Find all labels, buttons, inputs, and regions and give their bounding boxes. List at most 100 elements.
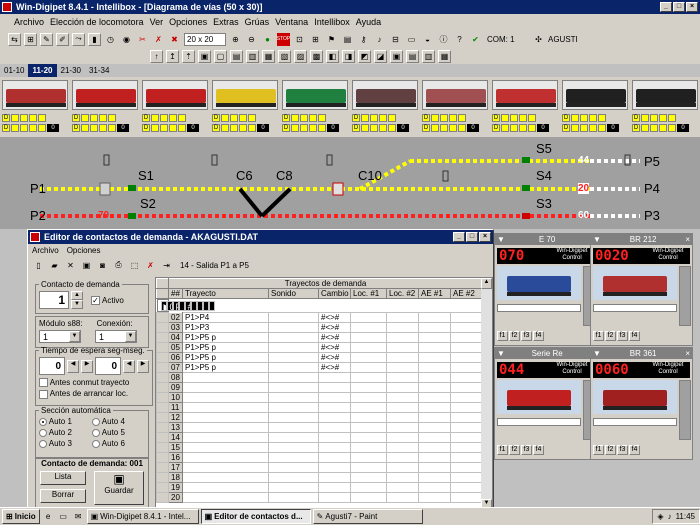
turnout-icon[interactable]: ⊡	[293, 33, 306, 46]
table-cell[interactable]	[386, 362, 419, 373]
menu-ayuda[interactable]: Ayuda	[356, 17, 381, 27]
menu-intellibox[interactable]: Intellibox	[314, 17, 350, 27]
column-header[interactable]: Loc. #2	[386, 288, 419, 299]
loco-function-button[interactable]	[300, 113, 308, 122]
loco-function-button[interactable]	[458, 113, 466, 122]
table-cell[interactable]	[182, 392, 269, 403]
table-cell[interactable]	[268, 482, 319, 493]
zoom-select[interactable]: 20 x 20	[184, 32, 226, 46]
loco-function-button[interactable]	[528, 113, 536, 122]
loco-function-button[interactable]	[668, 113, 676, 122]
loco-function-button[interactable]: D	[282, 123, 290, 132]
table-cell[interactable]	[268, 422, 319, 433]
close-button[interactable]: ×	[686, 2, 698, 12]
table-cell[interactable]: 04	[168, 332, 183, 343]
table-cell[interactable]	[449, 362, 484, 373]
table-cell[interactable]	[182, 492, 269, 503]
function-f2-button[interactable]: f2	[509, 445, 520, 455]
table-cell[interactable]	[350, 352, 387, 363]
grid-icon[interactable]: ⊞	[309, 33, 322, 46]
table-cell[interactable]	[418, 362, 451, 373]
column-header[interactable]: AE #1	[418, 288, 451, 299]
column-header[interactable]: Cambio	[318, 288, 351, 299]
table-cell[interactable]	[386, 492, 419, 503]
loco-function-button[interactable]	[221, 113, 229, 122]
table-row[interactable]: 12	[156, 412, 484, 423]
start-button[interactable]: ⊞ Inicio	[2, 509, 40, 524]
table-cell[interactable]	[318, 492, 351, 503]
table-row[interactable]: 20	[156, 492, 484, 503]
function-f1-button[interactable]: f1	[593, 331, 604, 341]
quicklaunch-outlook-icon[interactable]: ✉	[72, 510, 85, 523]
function-f4-button[interactable]: f4	[533, 445, 544, 455]
loco-function-button[interactable]	[598, 123, 606, 132]
active-checkbox[interactable]: ✓	[91, 295, 100, 305]
table-cell[interactable]	[449, 412, 484, 423]
table-cell[interactable]	[268, 382, 319, 393]
table-cell[interactable]	[182, 432, 269, 443]
loco-function-button[interactable]	[571, 113, 579, 122]
table-cell[interactable]	[386, 422, 419, 433]
print-icon[interactable]: ⎙	[112, 259, 125, 272]
auto-4-option[interactable]: Auto 4	[92, 417, 145, 426]
loco-function-button[interactable]	[580, 113, 588, 122]
auto-5-option[interactable]: Auto 5	[92, 428, 145, 437]
table-cell[interactable]	[386, 312, 419, 323]
table-cell[interactable]	[182, 382, 269, 393]
loco-function-button[interactable]: D	[2, 123, 10, 132]
table-cell[interactable]	[386, 372, 419, 383]
loco-function-button[interactable]	[11, 113, 19, 122]
window2-icon[interactable]: ▢	[214, 49, 227, 63]
tab-11-20[interactable]: 11-20	[28, 64, 57, 77]
loco-function-button[interactable]	[659, 113, 667, 122]
table-cell[interactable]	[449, 322, 484, 333]
table-cell[interactable]	[418, 432, 451, 443]
function-f3-button[interactable]: f3	[617, 331, 628, 341]
table-cell[interactable]	[182, 412, 269, 423]
table-cell[interactable]: P1>P5 p	[182, 332, 269, 343]
wait-msec-right-button[interactable]: ▶	[137, 359, 149, 373]
window-icon[interactable]: ▣	[80, 259, 93, 272]
table-cell[interactable]	[386, 382, 419, 393]
go-icon[interactable]: ●	[261, 33, 274, 46]
dialog-menu-archivo[interactable]: Archivo	[32, 246, 59, 255]
table-cell[interactable]: P1>P5 p	[182, 362, 269, 373]
table-cell[interactable]: P1>P5 p	[182, 352, 269, 363]
loco-function-button[interactable]	[160, 123, 168, 132]
table-cell[interactable]	[449, 462, 484, 473]
table-cell[interactable]: #<>#	[318, 332, 351, 343]
loco-function-button[interactable]	[239, 113, 247, 122]
loco-function-button[interactable]	[641, 123, 649, 132]
check-icon[interactable]: ✔	[469, 33, 482, 46]
table-row[interactable]: 17	[156, 462, 484, 473]
loco-function-button[interactable]	[239, 123, 247, 132]
route-red-icon[interactable]: ✂	[136, 33, 149, 46]
function-f3-button[interactable]: f3	[521, 445, 532, 455]
window13-icon[interactable]: ▣	[390, 49, 403, 63]
loco-function-button[interactable]: D	[142, 123, 150, 132]
loco-thumbnail[interactable]	[212, 80, 278, 110]
loco-thumbnail[interactable]	[72, 80, 138, 110]
table-cell[interactable]	[268, 392, 319, 403]
info-icon[interactable]: ⓘ	[437, 33, 450, 46]
loco-function-button[interactable]: D	[422, 123, 430, 132]
save-icon[interactable]: ◙	[96, 259, 109, 272]
table-cell[interactable]	[318, 422, 351, 433]
table-cell[interactable]: P1>P4	[182, 312, 269, 323]
minimize-button[interactable]: _	[660, 2, 672, 12]
table-cell[interactable]: P1>P5 p	[182, 342, 269, 353]
task-editor-contactos[interactable]: ▣ Editor de contactos d...	[200, 509, 311, 524]
window7-icon[interactable]: ▨	[294, 49, 307, 63]
table-cell[interactable]	[386, 472, 419, 483]
table-cell[interactable]	[318, 432, 351, 443]
window10-icon[interactable]: ◨	[342, 49, 355, 63]
column-header[interactable]: AE #2	[449, 288, 484, 299]
loco-function-button[interactable]	[589, 113, 597, 122]
regulator-menu-icon[interactable]: ▼	[593, 349, 601, 358]
loco-function-button[interactable]: D	[212, 113, 220, 122]
window3-icon[interactable]: ▤	[230, 49, 243, 63]
table-row[interactable]: 15	[156, 442, 484, 453]
task-paint[interactable]: ✎ Agusti7 - Paint	[312, 509, 423, 524]
table-cell[interactable]: 18	[168, 472, 183, 483]
table-cell[interactable]: P1>P3	[182, 322, 269, 333]
